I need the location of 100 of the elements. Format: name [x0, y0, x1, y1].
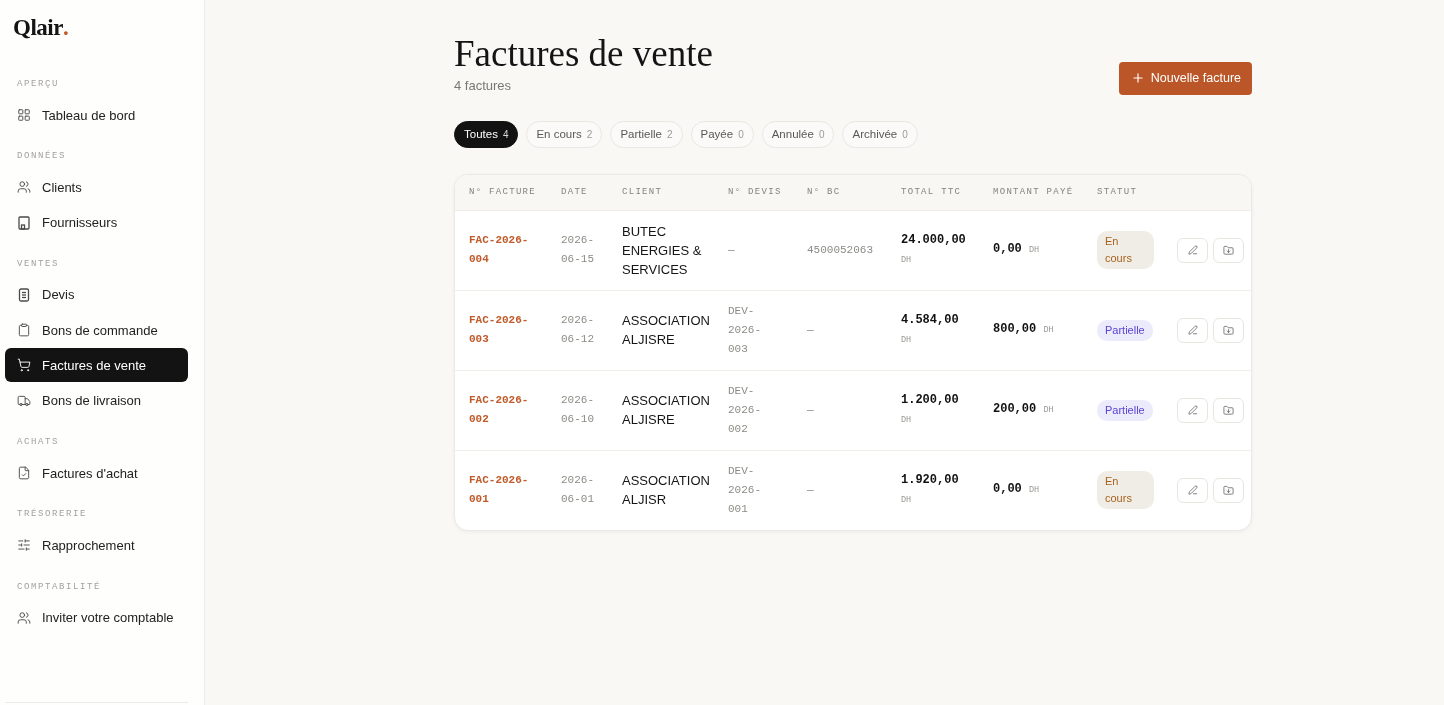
status-badge: Partielle [1097, 319, 1153, 341]
sidebar-item[interactable]: Clients [5, 170, 188, 205]
section-title: COMPTABILITÉ [16, 580, 102, 593]
section-title: DONNÉES [16, 150, 67, 163]
folder-button[interactable] [1213, 397, 1244, 423]
tab-count: 0 [818, 128, 825, 140]
plus-icon [1130, 71, 1145, 86]
sidebar-item[interactable]: Bons de livraison [5, 383, 188, 418]
people-icon [17, 180, 31, 195]
total-amount: 1.920,00 [901, 472, 959, 487]
tab-count: 2 [666, 128, 673, 140]
currency: DH [901, 334, 912, 345]
column-header: DATE [561, 187, 588, 198]
sliders-icon [17, 538, 31, 553]
client-cell-text: BUTEC ENERGIES & SERVICES [622, 222, 703, 279]
sidebar-item[interactable]: Fournisseurs [5, 205, 188, 240]
po-cell-text: — [807, 402, 814, 418]
client-cell-text: ASSOCIATION ALJISR [622, 472, 711, 510]
date-cell-text: 2026-06-10 [561, 393, 595, 428]
filter-tab[interactable]: Annulée 0 [761, 120, 835, 148]
cart-icon [17, 358, 31, 373]
filter-tab[interactable]: Partielle 2 [610, 120, 683, 148]
filter-tab[interactable]: En cours 2 [526, 120, 603, 148]
folder-icon [1223, 244, 1234, 256]
folder-button[interactable] [1213, 237, 1244, 263]
currency: DH [1043, 325, 1054, 336]
filter-tab[interactable]: Archivée 0 [842, 120, 918, 148]
sidebar-item[interactable]: Tableau de bord [5, 98, 188, 132]
paid-amount: 200,00 [993, 402, 1037, 417]
sidebar-item[interactable]: Inviter votre comptable [5, 600, 188, 635]
column-header: N° BC [807, 187, 841, 198]
section-title: ACHATS [16, 436, 60, 449]
filter-tab[interactable]: Payée 0 [690, 120, 754, 148]
tab-count: 0 [902, 128, 908, 140]
pencil-icon [1187, 245, 1198, 256]
po-cell-text: — [807, 482, 814, 498]
date-cell-text: 2026-06-12 [561, 313, 595, 348]
section-title: VENTES [16, 257, 60, 270]
folder-icon [1223, 404, 1234, 416]
edit-button[interactable] [1177, 397, 1208, 423]
currency: DH [901, 414, 912, 425]
pencil-icon [1187, 325, 1198, 336]
paid-amount: 0,00 [993, 242, 1022, 257]
total-amount: 1.200,00 [901, 392, 959, 407]
currency: DH [901, 254, 912, 265]
status-badge: En cours [1097, 471, 1154, 510]
quote-cell-text: DEV-2026-002 [728, 383, 762, 437]
new-invoice-button[interactable]: Nouvelle facture [1118, 61, 1252, 95]
sidebar-item[interactable]: Bons de commande [5, 313, 188, 348]
grid-icon [17, 108, 31, 122]
sidebar-item[interactable]: Devis [5, 277, 188, 312]
people-icon [17, 610, 31, 625]
folder-icon [1223, 484, 1234, 496]
status-badge: En cours [1097, 231, 1154, 270]
edit-button[interactable] [1177, 317, 1208, 343]
folder-button[interactable] [1213, 477, 1244, 503]
po-cell-text: — [807, 322, 814, 338]
edit-button[interactable] [1177, 237, 1208, 263]
currency: DH [1029, 245, 1040, 256]
tab-count: 2 [586, 128, 593, 140]
invoice-link[interactable]: FAC-2026-002 [469, 391, 535, 430]
filter-tab[interactable]: Toutes 4 [454, 120, 519, 148]
tab-count: 4 [502, 128, 509, 140]
tab-count: 0 [738, 128, 744, 140]
quote-cell-text: — [728, 242, 735, 258]
client-cell-text: ASSOCIATION ALJISRE [622, 312, 711, 350]
currency: DH [1029, 485, 1040, 496]
paid-amount: 800,00 [993, 322, 1037, 337]
edit-button[interactable] [1177, 477, 1208, 503]
clipboard-icon [17, 323, 31, 338]
currency: DH [901, 494, 912, 505]
invoice-link[interactable]: FAC-2026-003 [469, 311, 535, 350]
total-amount: 4.584,00 [901, 312, 959, 327]
logo-text: Qlair [13, 14, 63, 42]
file-check-icon [17, 466, 31, 481]
sidebar-item[interactable]: Rapprochement [5, 528, 188, 563]
sidebar-item[interactable]: Factures d'achat [5, 456, 188, 491]
quote-cell-text: DEV-2026-003 [728, 303, 762, 357]
building-icon [17, 215, 31, 230]
po-cell-text: 4500052063 [807, 242, 873, 258]
currency: DH [1043, 405, 1054, 416]
sidebar-item[interactable]: Factures de vente [5, 348, 188, 383]
logo-dot: . [62, 14, 69, 42]
page-title: Factures de vente [454, 34, 713, 75]
folder-icon [1223, 324, 1234, 336]
document-icon [17, 287, 31, 302]
folder-button[interactable] [1213, 317, 1244, 343]
date-cell-text: 2026-06-01 [561, 473, 595, 508]
truck-icon [17, 393, 31, 408]
invoice-link[interactable]: FAC-2026-004 [469, 231, 535, 270]
column-header: MONTANT PAYÉ [993, 187, 1074, 198]
invoice-link[interactable]: FAC-2026-001 [469, 471, 535, 510]
column-header: CLIENT [622, 187, 663, 198]
total-amount: 24.000,00 [901, 232, 966, 247]
client-cell-text: ASSOCIATION ALJISRE [622, 392, 711, 430]
pencil-icon [1187, 485, 1198, 496]
date-cell-text: 2026-06-15 [561, 233, 595, 268]
column-header: N° FACTURE [469, 187, 536, 198]
section-title: TRÉSORERIE [16, 508, 88, 521]
paid-amount: 0,00 [993, 482, 1022, 497]
